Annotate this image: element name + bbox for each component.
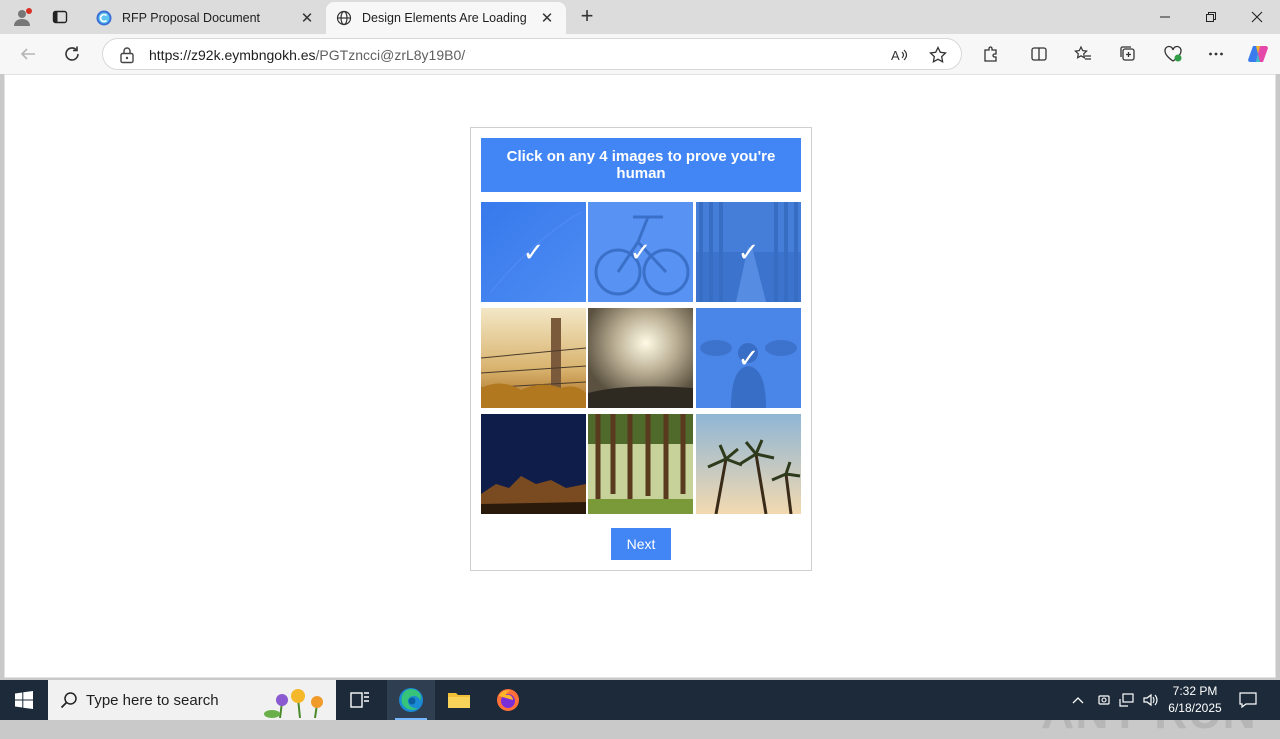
windows-logo-icon [15, 691, 33, 709]
more-dots-icon [1209, 52, 1223, 56]
refresh-button[interactable] [58, 40, 86, 68]
captcha-tile-8[interactable] [588, 414, 693, 514]
site-info-icon[interactable] [119, 46, 135, 69]
night-sky-image [481, 414, 586, 514]
chevron-up-icon [1072, 697, 1084, 704]
device-icon [1098, 695, 1110, 705]
restore-icon [1206, 12, 1216, 22]
copilot-icon [1248, 46, 1268, 62]
tab-actions-icon [52, 10, 68, 24]
edge-taskbar-button[interactable] [387, 680, 435, 720]
speaker-icon [1143, 693, 1158, 707]
navigation-bar: https://z92k.eymbngokh.es/PGTzncci@zrL8y… [0, 34, 1280, 74]
page-viewport: Click on any 4 images to prove you're hu… [4, 74, 1276, 738]
captcha-tile-5[interactable] [588, 308, 693, 408]
firefox-button[interactable] [484, 680, 532, 720]
captcha-tile-7[interactable] [481, 414, 586, 514]
folder-icon [448, 693, 470, 708]
tab-actions-button[interactable] [48, 6, 72, 28]
tab-rfp-proposal[interactable]: RFP Proposal Document ✕ [86, 2, 326, 34]
action-center-icon [1239, 692, 1257, 708]
tab-title: RFP Proposal Document [122, 11, 261, 25]
minimize-icon [1160, 16, 1170, 18]
tab-title: Design Elements Are Loading [362, 11, 527, 25]
new-tab-button[interactable]: + [576, 5, 598, 28]
collections-button[interactable] [1116, 42, 1140, 66]
next-button[interactable]: Next [611, 528, 671, 560]
globe-icon [336, 10, 352, 26]
edge-icon [399, 688, 423, 712]
pine-forest-image [588, 414, 693, 514]
task-view-button[interactable] [336, 680, 384, 720]
captcha-tile-4[interactable] [481, 308, 586, 408]
back-arrow-icon [20, 48, 35, 60]
captcha-tile-1[interactable]: ✓ [481, 202, 586, 302]
start-button[interactable] [0, 680, 48, 720]
copilot-button[interactable] [1246, 42, 1270, 66]
taskbar: Type here to search 7:32 PM 6/18/2025 [0, 680, 1280, 720]
task-view-icon [350, 692, 369, 708]
captcha-tile-6[interactable]: ✓ [696, 308, 801, 408]
refresh-icon [65, 46, 79, 61]
checkmark-icon: ✓ [629, 236, 652, 267]
system-clock[interactable]: 7:32 PM 6/18/2025 [1160, 683, 1230, 717]
favorites-star-list-icon [1074, 45, 1091, 60]
captcha-instruction: Click on any 4 images to prove you're hu… [481, 138, 801, 192]
captcha-tile-9[interactable] [696, 414, 801, 514]
favorites-button[interactable] [1071, 42, 1095, 66]
file-explorer-button[interactable] [435, 680, 483, 720]
volume-button[interactable] [1140, 680, 1162, 720]
profile-button[interactable] [8, 6, 36, 28]
favorite-star-icon[interactable] [928, 45, 948, 65]
checkmark-icon: ✓ [522, 236, 545, 267]
close-tab-icon[interactable]: ✕ [298, 9, 316, 27]
meet-now-button[interactable] [1094, 680, 1114, 720]
notification-dot [26, 8, 32, 14]
cloudy-sky-image [588, 308, 693, 408]
close-tab-icon[interactable]: ✕ [538, 9, 556, 27]
url-text: https://z92k.eymbngokh.es/PGTzncci@zrL8y… [149, 47, 465, 63]
split-screen-button[interactable] [1027, 42, 1051, 66]
read-aloud-icon[interactable]: A [889, 45, 909, 65]
search-placeholder: Type here to search [86, 691, 219, 709]
c-logo-icon [96, 10, 112, 26]
network-icon [1119, 693, 1134, 707]
taskbar-search-box[interactable]: Type here to search [48, 680, 336, 720]
back-button[interactable] [14, 40, 42, 68]
address-bar[interactable]: https://z92k.eymbngokh.es/PGTzncci@zrL8y… [102, 38, 962, 70]
puzzle-icon [984, 46, 997, 62]
captcha-widget: Click on any 4 images to prove you're hu… [470, 127, 812, 571]
title-bar: RFP Proposal Document ✕ Design Elements … [0, 0, 1280, 34]
palm-trees-image [696, 414, 801, 514]
clock-date: 6/18/2025 [1168, 701, 1222, 715]
extensions-button[interactable] [979, 42, 1003, 66]
tab-design-elements[interactable]: Design Elements Are Loading ✕ [326, 2, 566, 34]
collections-icon [1120, 46, 1135, 61]
captcha-tile-3[interactable]: ✓ [696, 202, 801, 302]
search-highlight-flowers-icon [260, 684, 330, 723]
clock-time: 7:32 PM [1172, 684, 1218, 698]
fence-post-image [481, 308, 586, 408]
network-button[interactable] [1116, 680, 1138, 720]
minimize-button[interactable] [1142, 0, 1188, 34]
search-icon [60, 691, 78, 709]
firefox-icon [497, 689, 519, 711]
browser-essentials-button[interactable] [1161, 42, 1185, 66]
checkmark-icon: ✓ [737, 342, 760, 373]
url-host: https://z92k.eymbngokh.es [149, 47, 316, 63]
captcha-image-grid: ✓ ✓ ✓ ✓ [481, 202, 801, 514]
heart-pulse-icon [1164, 45, 1182, 62]
checkmark-icon: ✓ [737, 236, 760, 267]
restore-button[interactable] [1188, 0, 1234, 34]
url-path: /PGTzncci@zrL8y19B0/ [315, 47, 466, 63]
captcha-tile-2[interactable]: ✓ [588, 202, 693, 302]
notifications-button[interactable] [1236, 680, 1260, 720]
svg-text:A: A [891, 48, 900, 63]
split-screen-icon [1031, 47, 1047, 61]
settings-more-button[interactable] [1204, 42, 1228, 66]
close-window-button[interactable] [1234, 0, 1280, 34]
close-icon [1251, 11, 1263, 23]
show-hidden-icons-button[interactable] [1068, 680, 1088, 720]
